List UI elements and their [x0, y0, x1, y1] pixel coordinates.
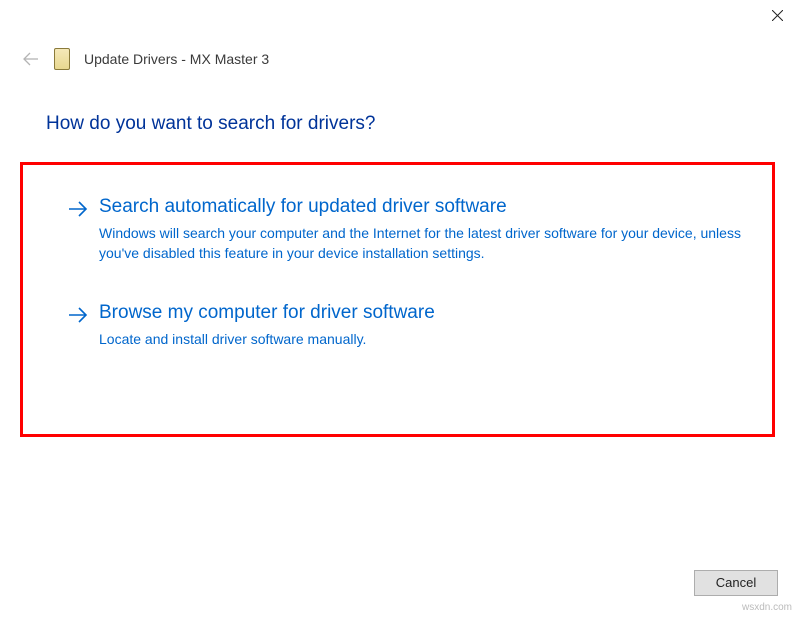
- device-icon: [54, 48, 70, 70]
- watermark: wsxdn.com: [742, 602, 792, 613]
- close-icon: [772, 10, 783, 21]
- options-highlight-box: Search automatically for updated driver …: [20, 162, 775, 437]
- option-browse-computer[interactable]: Browse my computer for driver software L…: [23, 301, 772, 387]
- arrow-right-icon: [67, 198, 89, 220]
- dialog-header: Update Drivers - MX Master 3: [22, 48, 269, 70]
- dialog-footer: Cancel: [694, 570, 778, 596]
- option-content: Browse my computer for driver software L…: [99, 301, 772, 349]
- option-title: Browse my computer for driver software: [99, 301, 742, 326]
- dialog-title: Update Drivers - MX Master 3: [84, 51, 269, 67]
- back-arrow-icon: [22, 50, 40, 68]
- page-heading: How do you want to search for drivers?: [46, 113, 376, 135]
- option-description: Locate and install driver software manua…: [99, 329, 742, 349]
- option-description: Windows will search your computer and th…: [99, 223, 742, 264]
- option-content: Search automatically for updated driver …: [99, 195, 772, 263]
- option-search-automatically[interactable]: Search automatically for updated driver …: [23, 195, 772, 301]
- cancel-button[interactable]: Cancel: [694, 570, 778, 596]
- back-button[interactable]: [22, 50, 40, 68]
- option-title: Search automatically for updated driver …: [99, 195, 742, 220]
- arrow-right-icon: [67, 304, 89, 326]
- titlebar: [0, 0, 800, 30]
- close-button[interactable]: [755, 0, 800, 30]
